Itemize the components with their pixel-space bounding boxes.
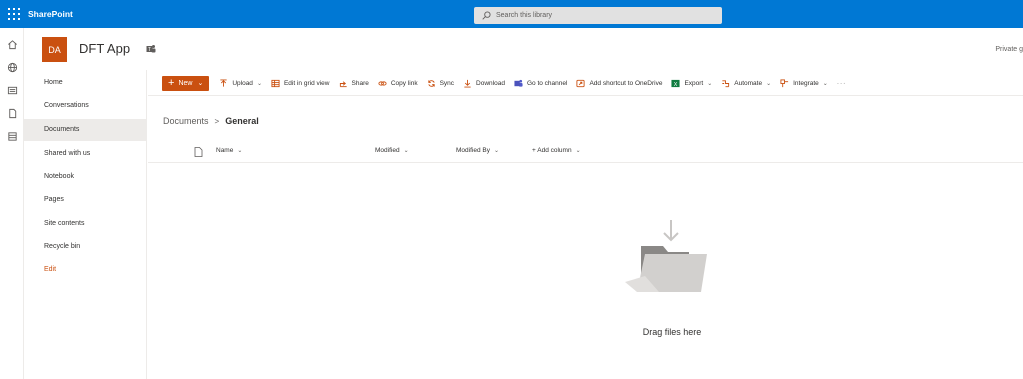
suite-bar: SharePoint Search this library (0, 0, 1023, 28)
chevron-down-icon: ⌄ (197, 80, 204, 87)
column-modified-by[interactable]: Modified By ⌄ (456, 147, 499, 154)
breadcrumb-current[interactable]: General (225, 116, 259, 126)
breadcrumb-separator: > (214, 116, 220, 126)
column-modified[interactable]: Modified ⌄ (375, 147, 409, 154)
search-placeholder: Search this library (496, 12, 553, 19)
search-icon (482, 11, 491, 20)
integrate-button[interactable]: Integrate ⌄ (780, 78, 828, 88)
share-button[interactable]: Share (339, 79, 369, 88)
document-icon (194, 147, 203, 157)
breadcrumb: Documents > General (163, 116, 259, 126)
integrate-icon (780, 78, 789, 87)
svg-text:T: T (148, 47, 151, 53)
home-icon[interactable] (6, 38, 18, 50)
list-header: Name ⌄ Modified ⌄ Modified By ⌄ + Add colum… (148, 142, 1023, 163)
left-nav: Home Conversations Documents Shared with… (24, 70, 147, 379)
teams-icon (514, 79, 523, 87)
more-button[interactable]: ··· (837, 80, 847, 87)
copy-link-button[interactable]: Copy link (378, 79, 418, 88)
grid-icon (271, 79, 280, 87)
brand-link[interactable]: SharePoint (28, 0, 73, 28)
command-divider (148, 95, 1023, 96)
nav-item-conversations[interactable]: Conversations (24, 95, 146, 117)
chevron-down-icon: ⌄ (822, 80, 828, 87)
nav-item-shared-with-us[interactable]: Shared with us (24, 143, 146, 165)
chevron-down-icon: ⌄ (493, 148, 499, 154)
document-icon[interactable] (6, 107, 18, 119)
nav-item-documents[interactable]: Documents (24, 119, 146, 141)
site-title[interactable]: DFT App (79, 41, 130, 56)
nav-item-home[interactable]: Home (24, 72, 146, 94)
globe-icon[interactable] (6, 61, 18, 73)
upload-button[interactable]: Upload ⌄ (219, 78, 262, 88)
new-button[interactable]: + New ⌄ (162, 75, 210, 91)
automate-button[interactable]: Automate ⌄ (721, 79, 771, 88)
column-name[interactable]: Name ⌄ (216, 147, 242, 154)
add-shortcut-button[interactable]: Add shortcut to OneDrive (576, 79, 662, 88)
chevron-down-icon: ⌄ (237, 148, 243, 154)
sync-icon (427, 79, 435, 87)
nav-edit-link[interactable]: Edit (24, 259, 146, 281)
nav-item-site-contents[interactable]: Site contents (24, 213, 146, 235)
excel-icon: X (671, 79, 680, 87)
download-icon (464, 79, 471, 88)
link-icon (378, 80, 387, 86)
drag-files-message: Drag files here (642, 327, 702, 337)
privacy-label: Private g (995, 46, 1023, 53)
teams-icon: T (146, 45, 156, 53)
search-box[interactable]: Search this library (474, 7, 722, 24)
svg-text:X: X (674, 81, 678, 87)
download-button[interactable]: Download (463, 79, 505, 88)
app-bar (0, 28, 24, 379)
nav-item-notebook[interactable]: Notebook (24, 166, 146, 188)
breadcrumb-root[interactable]: Documents (163, 116, 209, 126)
waffle-icon[interactable] (0, 0, 28, 28)
site-logo[interactable]: DA (42, 37, 67, 62)
chevron-down-icon: ⌄ (575, 148, 581, 154)
chevron-down-icon: ⌄ (707, 80, 713, 87)
more-icon: ··· (836, 79, 847, 87)
site-header: DA DFT App T Private g (24, 28, 1023, 70)
empty-folder-icon (625, 220, 707, 292)
plus-icon: + (168, 76, 175, 89)
news-icon[interactable] (6, 84, 18, 96)
sync-button[interactable]: Sync (427, 79, 454, 88)
edit-grid-button[interactable]: Edit in grid view (271, 79, 330, 88)
add-column-button[interactable]: + Add column ⌄ (532, 147, 581, 154)
shortcut-icon (576, 79, 586, 87)
nav-item-pages[interactable]: Pages (24, 189, 146, 211)
chevron-down-icon: ⌄ (766, 80, 772, 87)
export-button[interactable]: X Export ⌄ (671, 79, 712, 88)
automate-icon (722, 79, 730, 87)
chevron-down-icon: ⌄ (256, 80, 262, 87)
file-type-header[interactable] (194, 147, 203, 157)
share-icon (339, 80, 347, 87)
nav-item-recycle-bin[interactable]: Recycle bin (24, 236, 146, 258)
go-to-channel-button[interactable]: Go to channel (514, 79, 567, 88)
chevron-down-icon: ⌄ (403, 148, 409, 154)
upload-icon (220, 78, 227, 87)
list-icon[interactable] (6, 130, 18, 142)
command-bar: + New ⌄ Upload ⌄ Edit in grid view Share … (162, 74, 855, 92)
